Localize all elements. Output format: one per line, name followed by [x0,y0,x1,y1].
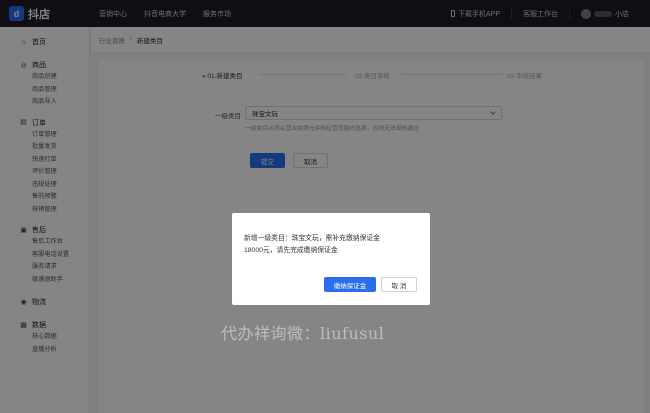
dialog-cancel-button[interactable]: 取 消 [381,277,417,292]
pay-deposit-button[interactable]: 缴纳保证金 [324,277,376,292]
deposit-dialog: 新增一级类目：珠宝文玩，需补充缴纳保证金 18000元，请先完成缴纳保证金 缴纳… [232,213,430,305]
dialog-actions: 缴纳保证金 取 消 [324,277,417,292]
dialog-message-line: 新增一级类目：珠宝文玩，需补充缴纳保证金 [244,235,380,242]
modal-overlay[interactable] [0,0,650,413]
watermark-text: 代办祥询微：liufusul [221,324,385,343]
dialog-message-line: 18000元，请先完成缴纳保证金 [244,247,338,254]
dialog-message: 新增一级类目：珠宝文玩，需补充缴纳保证金 18000元，请先完成缴纳保证金 [244,233,420,257]
